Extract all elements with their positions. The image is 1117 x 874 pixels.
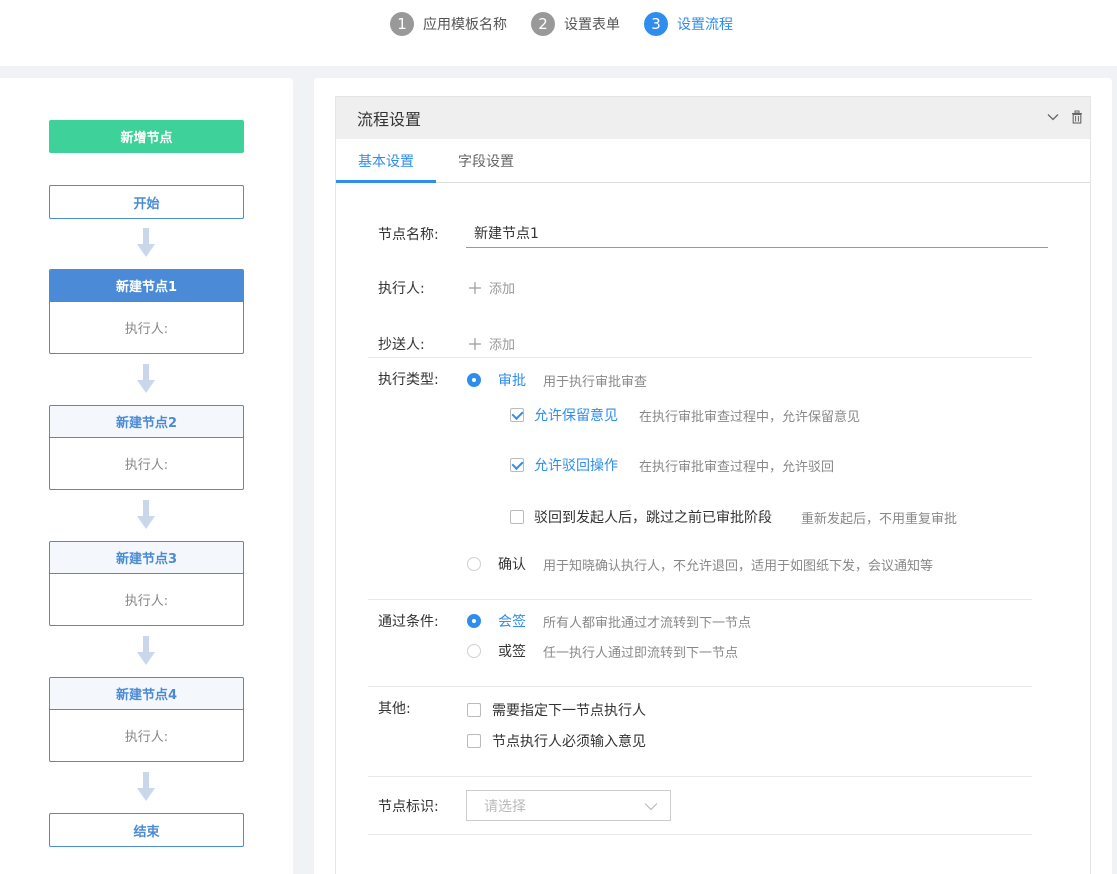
skip-approved-desc: 重新发起后，不用重复审批 [801, 512, 958, 527]
allow-reject-label[interactable]: 允许驳回操作 [534, 455, 618, 475]
flow-node-executor: 执行人: [124, 594, 169, 609]
confirm-desc: 用于知晓确认执行人，不允许退回，适用于如图纸下发，会议通知等 [543, 559, 934, 574]
settings-tabs: 基本设置 字段设置 [336, 139, 1090, 183]
flow-end[interactable]: 结束 [49, 813, 244, 847]
countersign-label[interactable]: 会签 [498, 611, 526, 631]
flow-node-executor: 执行人: [124, 458, 169, 473]
executor-label: 执行人: [378, 281, 425, 297]
flow-node-title: 新建节点2 [50, 406, 243, 438]
add-executor-button[interactable]: 添加 [469, 278, 515, 297]
approve-desc: 用于执行审批审查 [543, 375, 648, 390]
allow-opinion-desc: 在执行审批审查过程中，允许保留意见 [639, 410, 861, 425]
add-cc-button[interactable]: 添加 [469, 334, 515, 353]
countersign-desc: 所有人都审批通过才流转到下一节点 [543, 616, 752, 631]
chevron-down-icon[interactable] [1046, 110, 1060, 124]
require-opinion-label[interactable]: 节点执行人必须输入意见 [492, 731, 646, 751]
step-label: 应用模板名称 [423, 17, 507, 33]
step-number: 2 [531, 12, 555, 36]
node-mark-placeholder: 请选择 [484, 798, 526, 815]
divider [368, 357, 1032, 358]
flow-start-label: 开始 [133, 196, 160, 212]
settings-card: 流程设置 基本设置 字段设置 节点名称: 新建节点1 执行人: 添加 抄送人: … [335, 96, 1091, 874]
divider [368, 834, 1032, 835]
flow-node-title: 新建节点4 [50, 678, 243, 710]
tab-basic-settings[interactable]: 基本设置 [336, 139, 436, 183]
divider [368, 599, 1032, 600]
card-header: 流程设置 [336, 97, 1090, 139]
skip-approved-label[interactable]: 驳回到发起人后，跳过之前已审批阶段 [534, 507, 772, 527]
flow-node-2[interactable]: 新建节点2 执行人: [49, 405, 244, 490]
add-cc-label: 添加 [489, 338, 516, 353]
tab-field-settings[interactable]: 字段设置 [436, 139, 536, 182]
card-tools [1046, 110, 1084, 124]
require-opinion-checkbox[interactable] [467, 734, 481, 748]
arrow-down-icon [137, 636, 155, 665]
step-number: 3 [644, 12, 668, 36]
steps: 1 应用模板名称 2 设置表单 3 设置流程 [390, 12, 733, 36]
node-name-input[interactable] [466, 218, 1048, 248]
divider [368, 686, 1032, 687]
flow-panel: 新增节点 开始 新建节点1 执行人: 新建节点2 执行人: 新建节点3 执行人:… [0, 78, 293, 874]
flow-node-3[interactable]: 新建节点3 执行人: [49, 541, 244, 626]
other-label: 其他: [378, 701, 411, 717]
flow-start[interactable]: 开始 [49, 185, 244, 219]
step-number: 1 [390, 12, 414, 36]
flow-node-1[interactable]: 新建节点1 执行人: [49, 269, 244, 354]
orsign-radio[interactable] [467, 644, 481, 658]
chevron-down-icon [644, 803, 658, 811]
orsign-desc: 任一执行人通过即流转到下一节点 [543, 646, 739, 661]
step-3[interactable]: 3 设置流程 [644, 12, 733, 36]
arrow-down-icon [137, 500, 155, 529]
flow-node-executor: 执行人: [124, 322, 169, 337]
flow-node-4[interactable]: 新建节点4 执行人: [49, 677, 244, 762]
allow-opinion-label[interactable]: 允许保留意见 [534, 405, 618, 425]
step-2[interactable]: 2 设置表单 [531, 12, 620, 36]
plus-icon [469, 281, 481, 294]
step-1[interactable]: 1 应用模板名称 [390, 12, 507, 36]
basic-settings-form: 节点名称: 执行人: 添加 抄送人: 添加 执行类型: [336, 183, 1092, 874]
pass-condition-label: 通过条件: [378, 614, 439, 630]
cc-label: 抄送人: [378, 337, 425, 353]
orsign-label[interactable]: 或签 [498, 641, 526, 661]
confirm-radio[interactable] [467, 557, 481, 571]
node-mark-label: 节点标识: [378, 799, 439, 815]
node-mark-select[interactable]: 请选择 [466, 790, 671, 821]
skip-approved-checkbox[interactable] [510, 510, 524, 524]
arrow-down-icon [137, 228, 155, 257]
steps-bar: 1 应用模板名称 2 设置表单 3 设置流程 [0, 0, 1117, 66]
approve-radio[interactable] [467, 373, 481, 387]
flow-node-title: 新建节点1 [50, 270, 243, 302]
flow-node-executor: 执行人: [124, 730, 169, 745]
trash-icon[interactable] [1070, 110, 1084, 124]
approve-label[interactable]: 审批 [498, 370, 526, 390]
exec-type-label: 执行类型: [378, 372, 439, 388]
plus-icon [469, 337, 481, 350]
add-node-button[interactable]: 新增节点 [49, 120, 244, 153]
node-name-label: 节点名称: [378, 227, 439, 243]
confirm-label[interactable]: 确认 [498, 554, 526, 574]
step-label: 设置表单 [564, 17, 620, 33]
countersign-radio[interactable] [467, 614, 481, 628]
specify-next-executor-label[interactable]: 需要指定下一节点执行人 [492, 700, 646, 720]
divider [368, 776, 1032, 777]
allow-reject-desc: 在执行审批审查过程中，允许驳回 [639, 460, 835, 475]
arrow-down-icon [137, 364, 155, 393]
card-title: 流程设置 [357, 110, 422, 129]
allow-reject-checkbox[interactable] [510, 458, 524, 472]
flow-node-title: 新建节点3 [50, 542, 243, 574]
step-label: 设置流程 [677, 17, 733, 33]
settings-panel: 流程设置 基本设置 字段设置 节点名称: 新建节点1 执行人: 添加 抄送人: … [314, 78, 1112, 874]
allow-opinion-checkbox[interactable] [510, 408, 524, 422]
add-executor-label: 添加 [489, 282, 516, 297]
specify-next-executor-checkbox[interactable] [467, 703, 481, 717]
flow-end-label: 结束 [133, 824, 160, 840]
arrow-down-icon [137, 772, 155, 801]
